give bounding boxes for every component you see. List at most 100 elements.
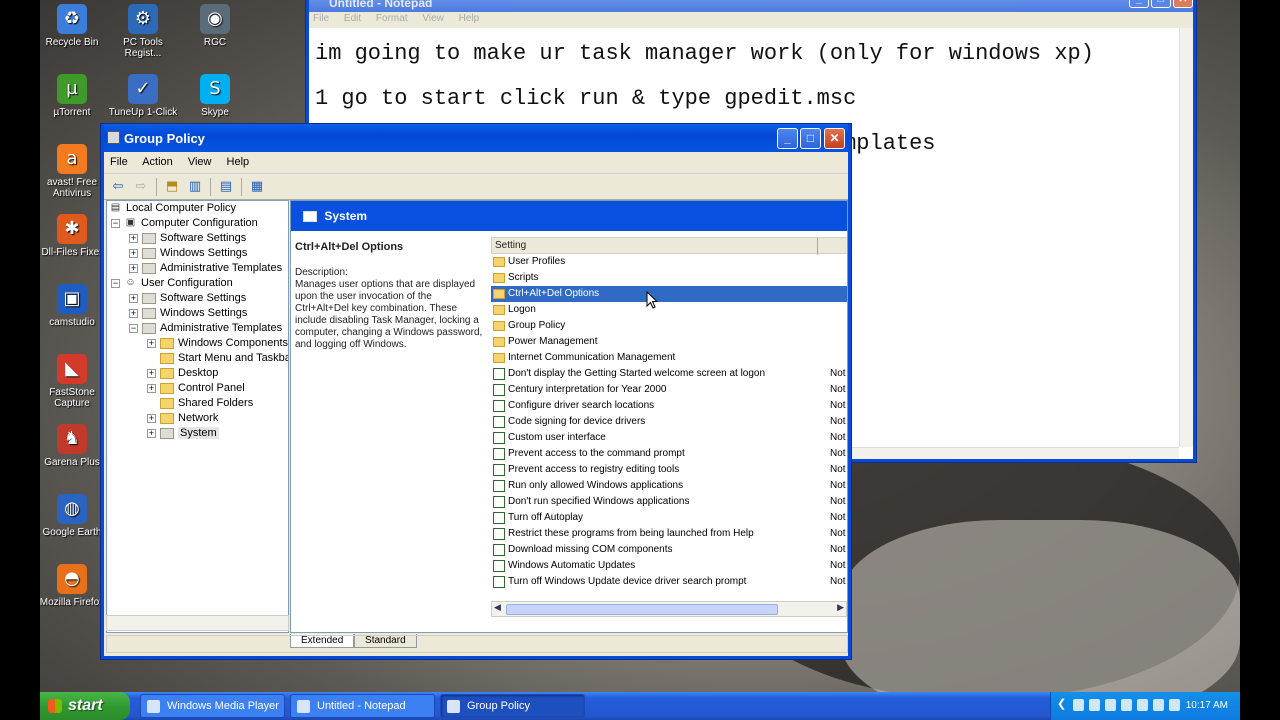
tray-app-icon[interactable] <box>1121 699 1132 711</box>
desktop-icon-recycle-bin[interactable]: ♻ Recycle Bin <box>40 4 107 48</box>
expand-icon[interactable]: + <box>129 248 138 258</box>
menu-edit[interactable]: Edit <box>344 13 361 24</box>
list-item-policy[interactable]: Configure driver search locations Not <box>491 398 847 414</box>
list-horizontal-scrollbar[interactable]: ◀ ▶ <box>491 601 847 617</box>
expand-icon[interactable]: + <box>129 263 138 273</box>
desktop-icon-tuneup[interactable]: ✓ TuneUp 1-Click <box>108 74 178 118</box>
notepad-titlebar[interactable]: Untitled - Notepad _ □ ✕ <box>309 0 1193 12</box>
tree-node[interactable]: + Windows Settings <box>129 306 247 321</box>
list-item-policy[interactable]: Custom user interface Not <box>491 430 847 446</box>
settings-list[interactable]: Setting User Profiles Scripts Ctrl+Alt+Del… <box>491 237 847 607</box>
show-hide-tree-icon[interactable]: ▥ <box>185 177 205 196</box>
list-item-folder[interactable]: Scripts <box>491 270 847 286</box>
desktop-icon-google-earth[interactable]: ◍ Google Earth <box>40 494 107 538</box>
menu-file[interactable]: File <box>110 156 128 168</box>
export-list-icon[interactable]: ▤ <box>216 177 236 196</box>
tray-app-icon[interactable] <box>1073 699 1084 711</box>
console-tree[interactable]: ▤ Local Computer Policy − ▣ Computer Config… <box>106 200 289 633</box>
expand-icon[interactable]: + <box>147 338 156 348</box>
minimize-button[interactable]: _ <box>777 128 798 149</box>
tray-expand-icon[interactable]: ❮ <box>1057 697 1068 710</box>
tree-node[interactable]: Shared Folders <box>160 396 253 411</box>
scroll-right-icon[interactable]: ▶ <box>837 602 844 613</box>
volume-icon[interactable] <box>1169 699 1180 711</box>
start-button[interactable]: start <box>40 692 130 720</box>
maximize-button[interactable]: □ <box>800 128 821 149</box>
properties-icon[interactable]: ▦ <box>247 177 267 196</box>
list-item-policy[interactable]: Windows Automatic Updates Not <box>491 558 847 574</box>
expand-icon[interactable]: + <box>147 413 156 423</box>
tree-node[interactable]: + Control Panel <box>147 381 245 396</box>
list-item-policy[interactable]: Prevent access to the command prompt Not <box>491 446 847 462</box>
taskbar-item-group-policy[interactable]: Group Policy <box>440 694 585 718</box>
tree-node[interactable]: − ☺ User Configuration <box>111 276 233 291</box>
desktop-icon-faststone[interactable]: ◣ FastStone Capture <box>40 354 107 409</box>
list-item-folder[interactable]: Logon <box>491 302 847 318</box>
scroll-thumb[interactable] <box>506 604 778 615</box>
list-item-policy[interactable]: Century interpretation for Year 2000 Not <box>491 382 847 398</box>
list-item-policy[interactable]: Restrict these programs from being launc… <box>491 526 847 542</box>
desktop-icon-camstudio[interactable]: ▣ camstudio <box>40 284 107 328</box>
desktop-icon-skype[interactable]: S Skype <box>180 74 250 118</box>
menu-format[interactable]: Format <box>376 13 408 24</box>
expand-icon[interactable]: + <box>147 383 156 393</box>
desktop-icon-avast[interactable]: a avast! Free Antivirus <box>40 144 107 199</box>
collapse-icon[interactable]: − <box>129 323 138 333</box>
taskbar-item-media-player[interactable]: Windows Media Player <box>140 694 285 718</box>
desktop-icon-garena[interactable]: ♞ Garena Plus <box>40 424 107 468</box>
menu-help[interactable]: Help <box>459 13 480 24</box>
list-item-folder[interactable]: Ctrl+Alt+Del Options <box>491 286 847 302</box>
list-item-policy[interactable]: Turn off Windows Update device driver se… <box>491 574 847 590</box>
list-item-policy[interactable]: Download missing COM components Not <box>491 542 847 558</box>
list-item-folder[interactable]: Internet Communication Management <box>491 350 847 366</box>
tree-node-system[interactable]: + System <box>147 426 219 441</box>
expand-icon[interactable]: + <box>147 428 156 438</box>
forward-arrow-icon[interactable]: ⇨ <box>131 177 151 196</box>
up-folder-icon[interactable]: ⬒ <box>162 177 182 196</box>
expand-icon[interactable]: + <box>129 308 138 318</box>
tree-node[interactable]: + Windows Components <box>147 336 288 351</box>
taskbar-item-notepad[interactable]: Untitled - Notepad <box>290 694 435 718</box>
desktop-icon-utorrent[interactable]: µ µTorrent <box>40 74 107 118</box>
tree-node[interactable]: + Network <box>147 411 218 426</box>
column-header-setting[interactable]: Setting <box>491 237 847 255</box>
list-item-folder[interactable]: Group Policy <box>491 318 847 334</box>
tree-node[interactable]: + Software Settings <box>129 291 246 306</box>
tree-node[interactable]: Start Menu and Taskbar <box>160 351 288 366</box>
clock[interactable]: 10:17 AM <box>1186 700 1228 711</box>
tree-horizontal-scrollbar[interactable] <box>106 615 289 631</box>
tree-node[interactable]: + Windows Settings <box>129 246 247 261</box>
tray-app-icon[interactable] <box>1105 699 1116 711</box>
list-item-policy[interactable]: Prevent access to registry editing tools… <box>491 462 847 478</box>
minimize-button[interactable]: _ <box>1129 0 1149 8</box>
list-item-policy[interactable]: Don't display the Getting Started welcom… <box>491 366 847 382</box>
tree-node[interactable]: + Software Settings <box>129 231 246 246</box>
expand-icon[interactable]: + <box>129 293 138 303</box>
list-item-policy[interactable]: Turn off Autoplay Not <box>491 510 847 526</box>
vertical-scrollbar[interactable] <box>1179 28 1193 447</box>
menu-view[interactable]: View <box>188 156 212 168</box>
expand-icon[interactable]: + <box>147 368 156 378</box>
desktop-icon-pc-tools[interactable]: ⚙ PC Tools Regist... <box>108 4 178 59</box>
menu-view[interactable]: View <box>422 13 444 24</box>
group-policy-window[interactable]: Group Policy _ □ ✕ File Action View Help… <box>101 124 851 659</box>
tray-app-icon[interactable] <box>1137 699 1148 711</box>
close-button[interactable]: ✕ <box>824 128 845 149</box>
maximize-button[interactable]: □ <box>1151 0 1171 8</box>
menu-help[interactable]: Help <box>227 156 250 168</box>
collapse-icon[interactable]: − <box>111 278 120 288</box>
close-button[interactable]: ✕ <box>1173 0 1193 8</box>
list-item-folder[interactable]: Power Management <box>491 334 847 350</box>
tree-node[interactable]: − Administrative Templates <box>129 321 282 336</box>
desktop-icon-rgc[interactable]: ◉ RGC <box>180 4 250 48</box>
group-policy-titlebar[interactable]: Group Policy _ □ ✕ <box>104 124 848 152</box>
list-item-policy[interactable]: Don't run specified Windows applications… <box>491 494 847 510</box>
tree-node[interactable]: + Administrative Templates <box>129 261 282 276</box>
scroll-left-icon[interactable]: ◀ <box>494 602 501 613</box>
list-item-policy[interactable]: Run only allowed Windows applications Not <box>491 478 847 494</box>
column-divider[interactable] <box>817 238 818 255</box>
tree-node[interactable]: ▤ Local Computer Policy <box>109 201 236 216</box>
back-arrow-icon[interactable]: ⇦ <box>108 177 128 196</box>
menu-action[interactable]: Action <box>142 156 173 168</box>
tray-app-icon[interactable] <box>1089 699 1100 711</box>
